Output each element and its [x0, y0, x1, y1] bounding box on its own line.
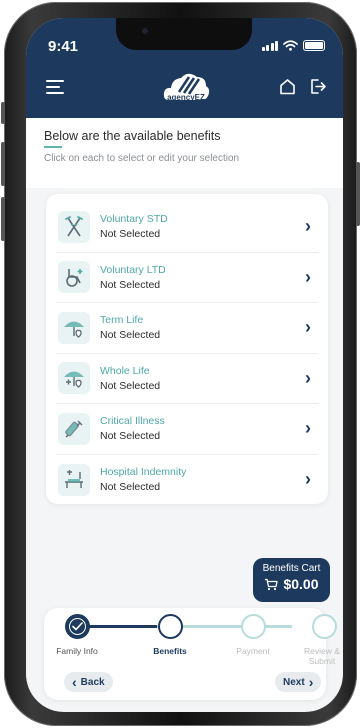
- step-label-review-submit: Review & Submit: [304, 646, 340, 666]
- page-title: Below are the available benefits: [44, 129, 221, 143]
- progress-stepper: Family Info Benefits Payment Review & Su…: [44, 608, 340, 700]
- benefit-status: Not Selected: [100, 481, 161, 494]
- benefit-status: Not Selected: [100, 278, 161, 291]
- logo-text: agencyEZ: [167, 93, 205, 102]
- chevron-left-icon: ‹: [72, 674, 77, 690]
- crutches-icon: [58, 210, 90, 243]
- chevron-right-icon[interactable]: ›: [298, 267, 318, 288]
- benefit-name: Voluntary STD: [100, 213, 168, 226]
- benefits-cart-button[interactable]: Benefits Cart $0.00: [253, 558, 330, 602]
- cart-label: Benefits Cart: [262, 563, 321, 574]
- step-payment-circle: [241, 614, 266, 639]
- benefit-status: Not Selected: [100, 379, 161, 392]
- umbrella-heart-plus-icon: [58, 362, 90, 395]
- logout-icon[interactable]: [308, 77, 327, 96]
- page-subtitle: Click on each to select or edit your sel…: [44, 153, 240, 164]
- hospital-bed-icon: [58, 463, 90, 496]
- chevron-right-icon[interactable]: ›: [298, 317, 318, 338]
- volume-up-button: [1, 142, 5, 186]
- back-button-label: Back: [80, 676, 105, 688]
- wheelchair-icon: [58, 261, 90, 294]
- chevron-right-icon[interactable]: ›: [298, 469, 318, 490]
- phone-frame: 9:41 agencyEZ Below are the available be…: [1, 2, 360, 726]
- step-label-benefits: Benefits: [153, 646, 187, 656]
- benefit-status: Not Selected: [100, 228, 161, 241]
- home-icon[interactable]: [278, 77, 297, 96]
- step-family-info-circle[interactable]: [65, 614, 90, 639]
- step-label-family-info: Family Info: [56, 646, 98, 656]
- cart-icon: [265, 578, 279, 590]
- signal-icon: [261, 40, 278, 51]
- benefit-name: Term Life: [100, 314, 144, 327]
- next-button-label: Next: [283, 676, 305, 688]
- chevron-right-icon[interactable]: ›: [298, 418, 318, 439]
- intro-section: Below are the available benefits Click o…: [26, 118, 343, 188]
- hamburger-menu-icon[interactable]: [46, 80, 64, 98]
- chevron-right-icon[interactable]: ›: [298, 368, 318, 389]
- agency-ez-logo: agencyEZ: [161, 66, 211, 106]
- umbrella-heart-icon: [58, 311, 90, 344]
- step-benefits-circle[interactable]: [158, 614, 183, 639]
- benefit-row-voluntary-ltd[interactable]: Voluntary LTD Not Selected ›: [56, 253, 318, 303]
- chevron-right-icon: ›: [308, 674, 314, 690]
- benefit-name: Hospital Indemnity: [100, 466, 187, 479]
- volume-down-button: [1, 197, 5, 241]
- app-screen: 9:41 agencyEZ Below are the available be…: [26, 18, 343, 712]
- benefit-name: Whole Life: [100, 364, 150, 377]
- benefits-list: Voluntary STD Not Selected › Voluntary L…: [46, 194, 328, 504]
- next-button[interactable]: Next ›: [275, 672, 322, 692]
- step-review-submit-circle: [312, 614, 337, 639]
- back-button[interactable]: ‹ Back: [64, 672, 113, 692]
- benefit-name: Voluntary LTD: [100, 263, 166, 276]
- notch: [116, 18, 252, 50]
- benefit-name: Critical Illness: [100, 415, 165, 428]
- check-icon: [72, 622, 83, 631]
- step-label-payment: Payment: [236, 646, 270, 656]
- battery-icon: [303, 40, 325, 51]
- benefit-row-term-life[interactable]: Term Life Not Selected ›: [56, 303, 318, 354]
- title-underline: [44, 146, 62, 148]
- benefit-status: Not Selected: [100, 430, 161, 443]
- cart-total: $0.00: [283, 576, 319, 592]
- chevron-right-icon[interactable]: ›: [298, 216, 318, 237]
- status-time: 9:41: [48, 38, 79, 55]
- benefit-row-hospital-indemnity[interactable]: Hospital Indemnity Not Selected ›: [56, 455, 318, 506]
- mute-switch: [1, 102, 5, 124]
- benefit-row-whole-life[interactable]: Whole Life Not Selected ›: [56, 354, 318, 404]
- status-icons: [261, 40, 325, 51]
- benefit-row-voluntary-std[interactable]: Voluntary STD Not Selected ›: [56, 202, 318, 253]
- benefit-status: Not Selected: [100, 329, 161, 342]
- wifi-icon: [283, 40, 298, 51]
- power-button: [356, 162, 360, 226]
- syringe-icon: [58, 412, 90, 445]
- benefit-row-critical-illness[interactable]: Critical Illness Not Selected ›: [56, 404, 318, 455]
